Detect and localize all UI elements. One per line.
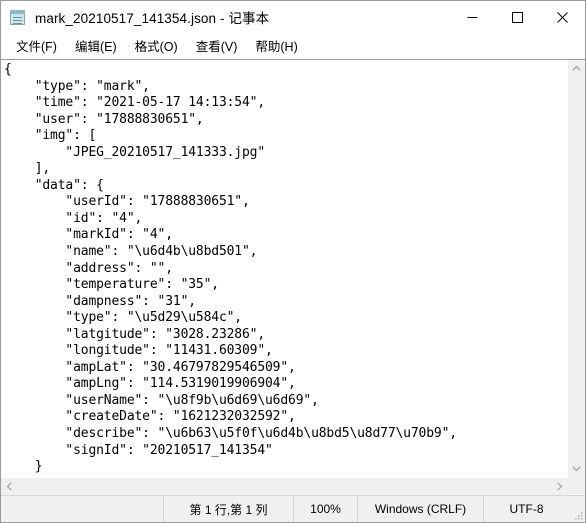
status-encoding[interactable]: UTF-8 [483,496,569,522]
status-zoom-level[interactable]: 100% [293,496,357,522]
maximize-button[interactable] [495,1,540,33]
menu-file[interactable]: 文件(F) [7,33,66,59]
menu-help[interactable]: 帮助(H) [246,33,306,59]
close-button[interactable] [540,1,585,33]
notepad-window: mark_20210517_141354.json - 记事本 文件(F) 编辑… [0,0,586,523]
scrollbar-corner [568,477,585,494]
scroll-up-icon[interactable] [568,60,585,77]
menu-bar: 文件(F) 编辑(E) 格式(O) 查看(V) 帮助(H) [1,33,585,59]
minimize-button[interactable] [450,1,495,33]
menu-edit[interactable]: 编辑(E) [66,33,126,59]
scroll-right-icon[interactable] [551,478,568,495]
editor-content[interactable]: { "type": "mark", "time": "2021-05-17 14… [4,62,567,477]
notepad-icon [10,9,27,26]
menu-format[interactable]: 格式(O) [126,33,187,59]
status-spacer [1,496,163,522]
editor-area: { "type": "mark", "time": "2021-05-17 14… [1,59,585,495]
horizontal-scrollbar[interactable] [1,477,568,495]
window-title: mark_20210517_141354.json - 记事本 [35,11,270,26]
status-bar: 第 1 行,第 1 列 100% Windows (CRLF) UTF-8 [1,495,585,522]
text-editor[interactable]: { "type": "mark", "time": "2021-05-17 14… [1,60,567,477]
title-bar[interactable]: mark_20210517_141354.json - 记事本 [1,1,585,33]
resize-grip-icon[interactable] [569,496,585,522]
menu-view[interactable]: 查看(V) [187,33,247,59]
vertical-scrollbar[interactable] [567,60,585,477]
status-line-ending[interactable]: Windows (CRLF) [357,496,483,522]
scroll-left-icon[interactable] [1,478,18,495]
status-cursor-position[interactable]: 第 1 行,第 1 列 [163,496,293,522]
scroll-down-icon[interactable] [568,460,585,477]
window-controls [450,1,585,33]
